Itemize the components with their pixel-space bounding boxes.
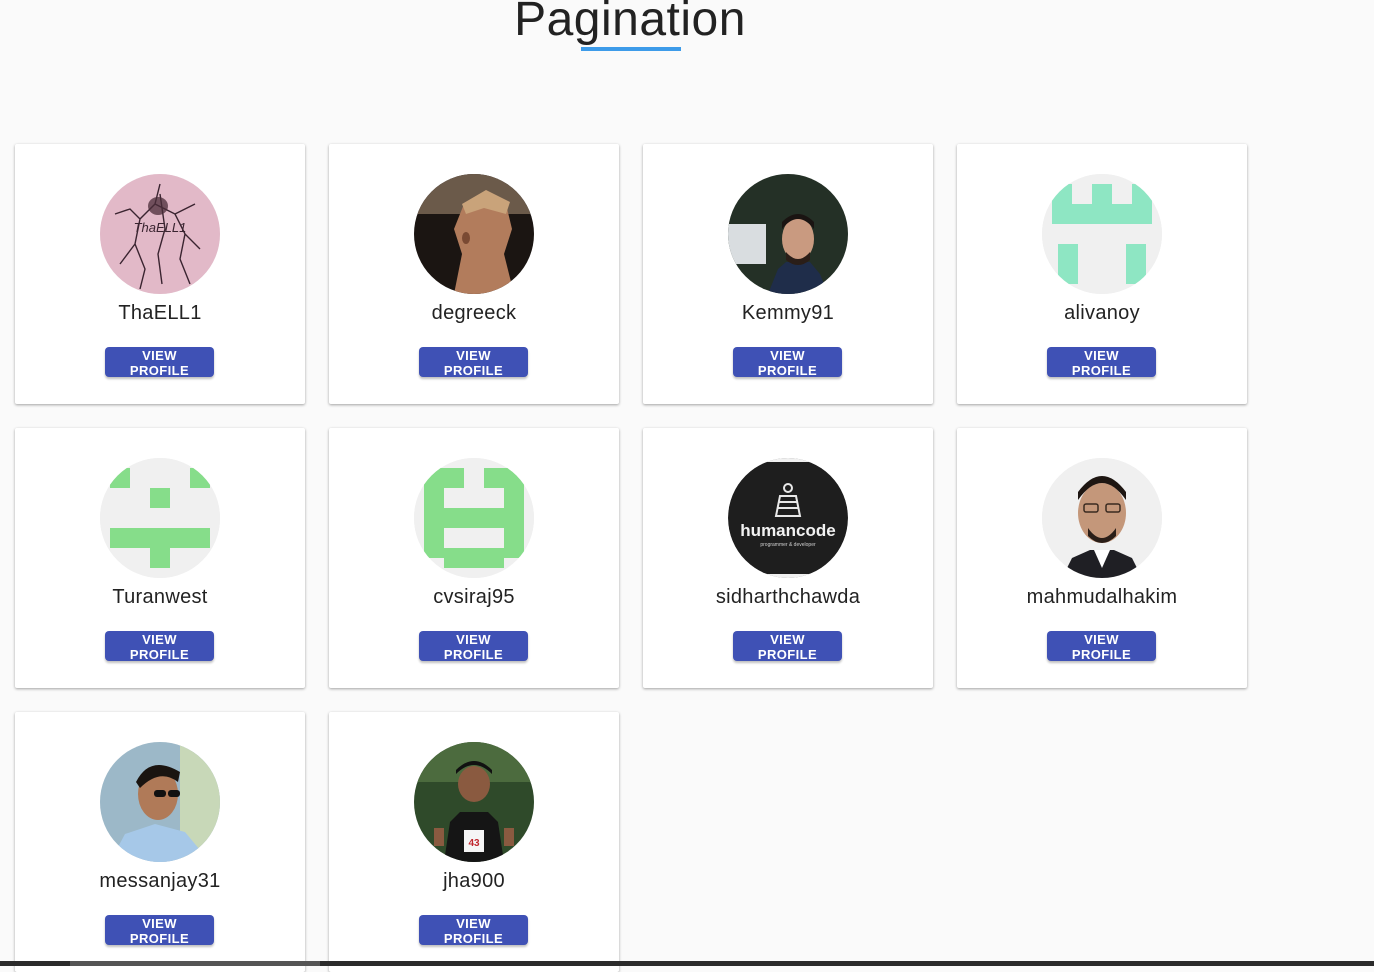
- view-profile-button[interactable]: VIEW PROFILE: [733, 347, 842, 378]
- title-underline: [581, 47, 681, 51]
- view-profile-button[interactable]: VIEW PROFILE: [419, 631, 528, 662]
- user-avatar: [414, 458, 534, 578]
- username-label: Kemmy91: [741, 302, 835, 324]
- user-card: humancode programmer & developer sidhart…: [643, 428, 933, 688]
- username-label: mahmudalhakim: [1026, 586, 1178, 608]
- username-label: alivanoy: [1064, 302, 1140, 324]
- user-avatar: [100, 742, 220, 862]
- username-label: cvsiraj95: [433, 586, 515, 608]
- view-profile-button[interactable]: VIEW PROFILE: [733, 631, 842, 662]
- user-avatar: [1042, 458, 1162, 578]
- user-avatar: ThaELL1: [100, 174, 220, 294]
- user-avatar: [100, 458, 220, 578]
- username-label: Turanwest: [112, 586, 208, 608]
- username-label: jha900: [443, 870, 505, 892]
- user-card: ThaELL1 ThaELL1 VIEW PROFILE: [15, 144, 305, 404]
- scrollbar-thumb[interactable]: [70, 961, 320, 966]
- svg-text:humancode: humancode: [740, 521, 835, 540]
- user-card: 43 jha900 VIEW PROFILE: [329, 712, 619, 972]
- page-title: Pagination: [514, 0, 746, 46]
- username-label: ThaELL1: [118, 302, 202, 324]
- username-label: messanjay31: [99, 870, 221, 892]
- user-avatar: [414, 174, 534, 294]
- view-profile-button[interactable]: VIEW PROFILE: [1047, 631, 1156, 662]
- horizontal-scrollbar[interactable]: [0, 961, 1374, 966]
- user-card: Turanwest VIEW PROFILE: [15, 428, 305, 688]
- user-card: degreeck VIEW PROFILE: [329, 144, 619, 404]
- user-avatar: 43: [414, 742, 534, 862]
- username-label: sidharthchawda: [715, 586, 861, 608]
- user-avatar: [1042, 174, 1162, 294]
- user-card: cvsiraj95 VIEW PROFILE: [329, 428, 619, 688]
- view-profile-button[interactable]: VIEW PROFILE: [105, 631, 214, 662]
- username-label: degreeck: [431, 302, 517, 324]
- view-profile-button[interactable]: VIEW PROFILE: [419, 915, 528, 946]
- svg-text:programmer & developer: programmer & developer: [760, 542, 816, 548]
- user-avatar: [728, 174, 848, 294]
- view-profile-button[interactable]: VIEW PROFILE: [1047, 347, 1156, 378]
- svg-text:43: 43: [468, 838, 480, 849]
- user-card: messanjay31 VIEW PROFILE: [15, 712, 305, 972]
- user-avatar: humancode programmer & developer: [728, 458, 848, 578]
- view-profile-button[interactable]: VIEW PROFILE: [105, 915, 214, 946]
- user-card: mahmudalhakim VIEW PROFILE: [957, 428, 1247, 688]
- user-card: alivanoy VIEW PROFILE: [957, 144, 1247, 404]
- user-card: Kemmy91 VIEW PROFILE: [643, 144, 933, 404]
- view-profile-button[interactable]: VIEW PROFILE: [105, 347, 214, 378]
- view-profile-button[interactable]: VIEW PROFILE: [419, 347, 528, 378]
- svg-text:ThaELL1: ThaELL1: [134, 220, 187, 235]
